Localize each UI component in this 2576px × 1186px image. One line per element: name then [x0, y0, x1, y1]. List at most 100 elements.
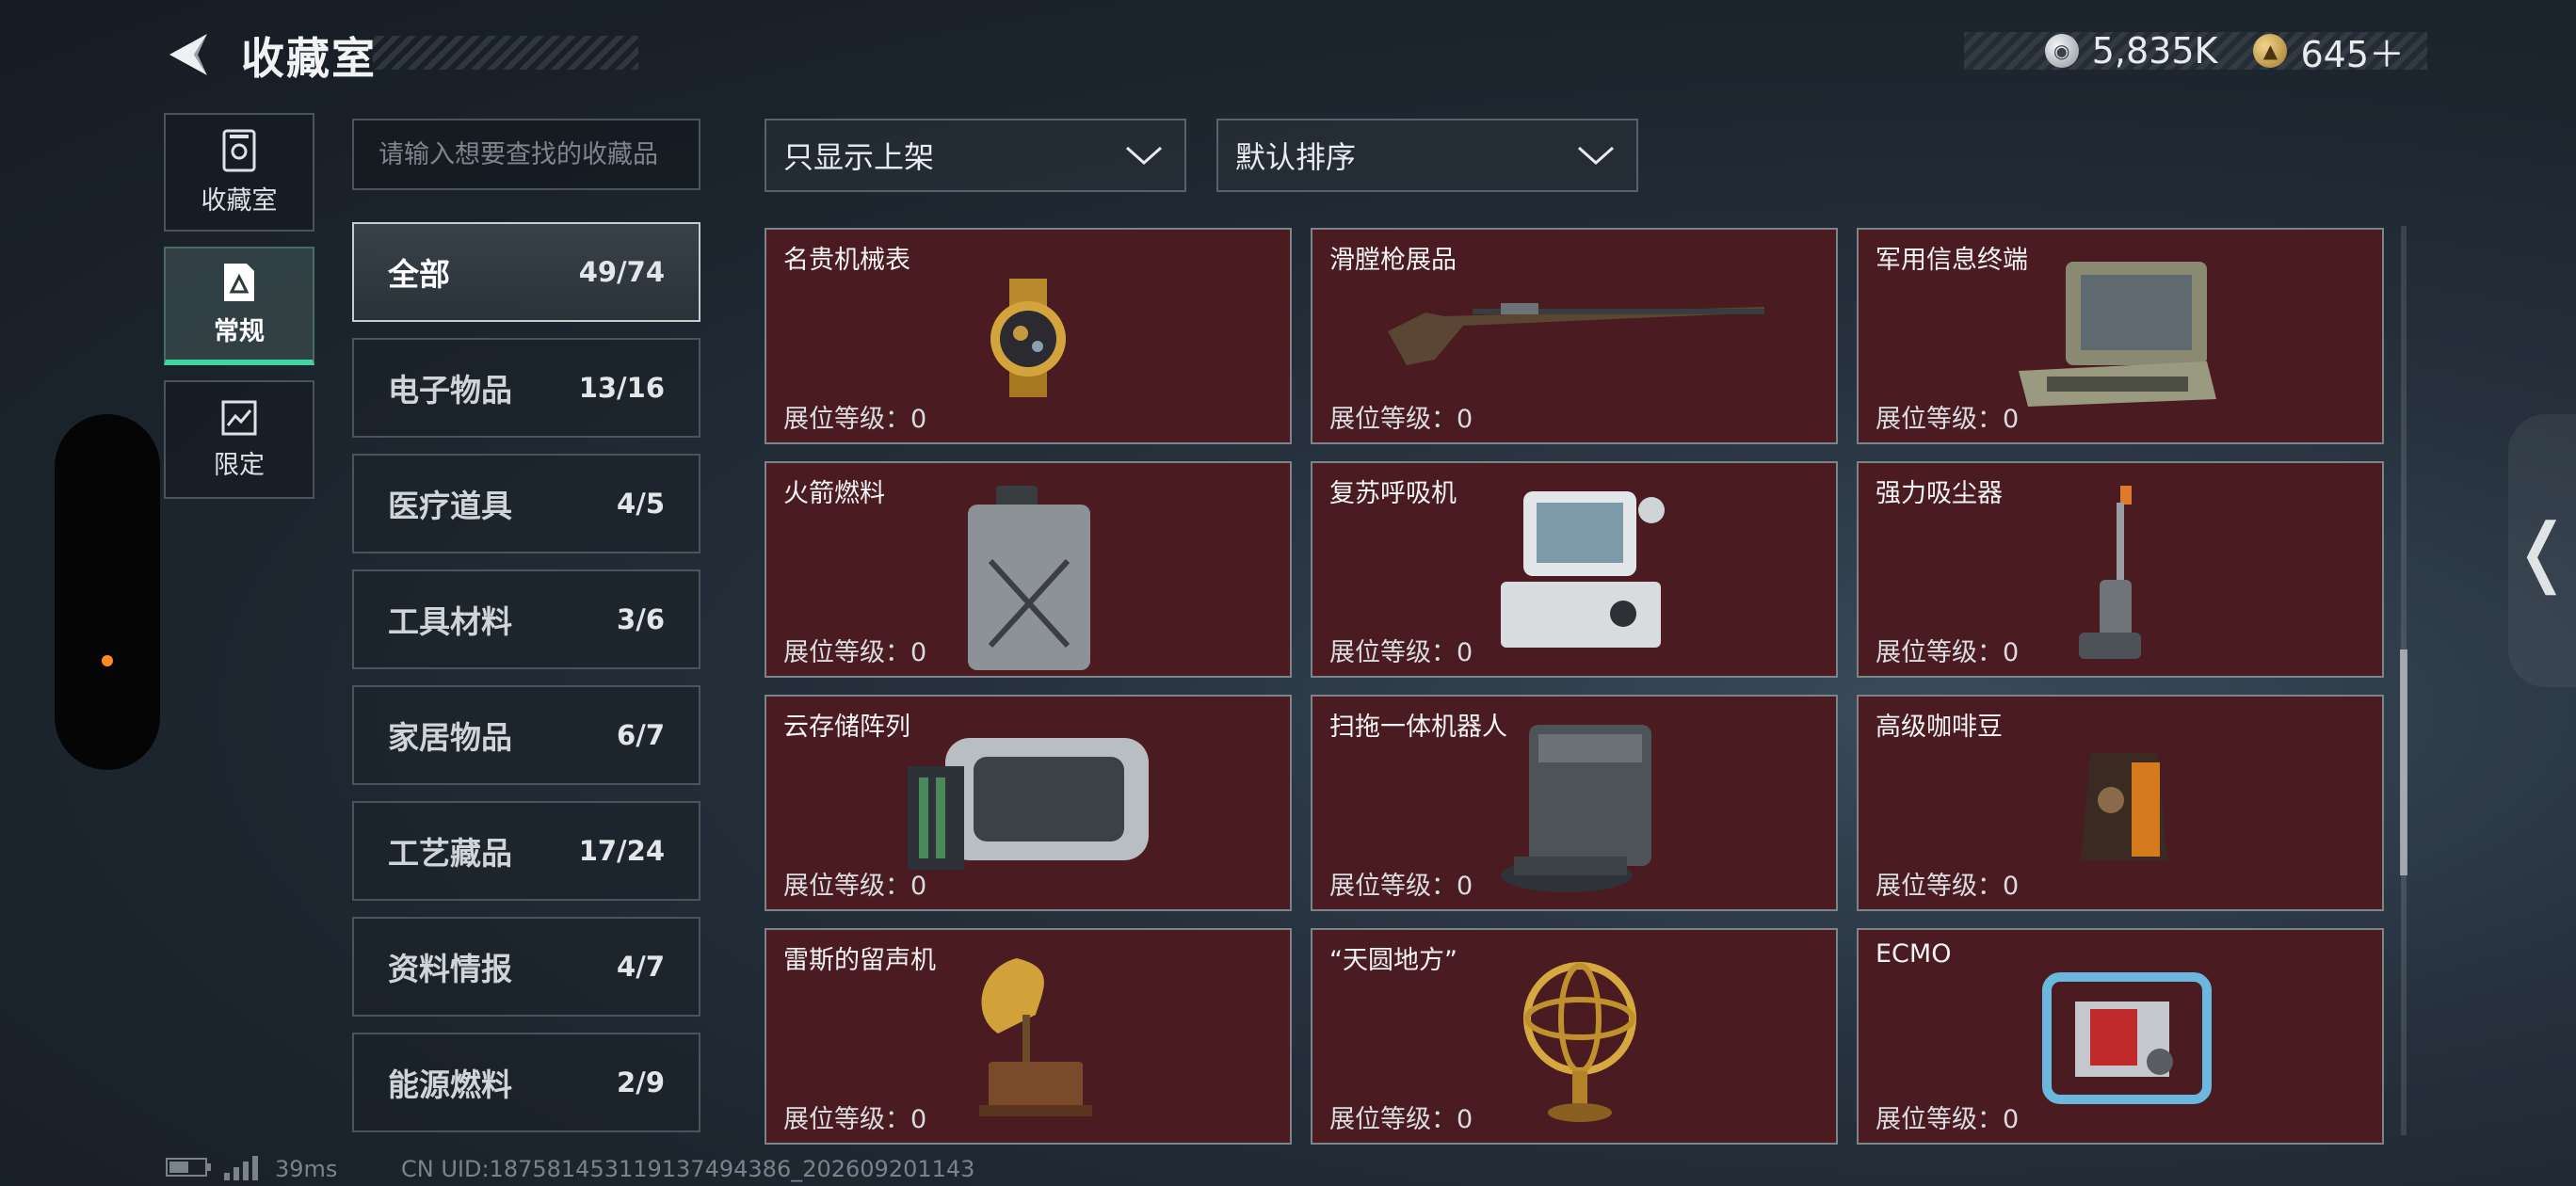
item-name: 雷斯的留声机 [783, 946, 936, 975]
item-name: 云存储阵列 [783, 713, 910, 742]
category-crafts[interactable]: 工艺藏品 17/24 [352, 801, 700, 901]
watch-image [990, 279, 1066, 397]
armillary-sphere-image [1523, 962, 1636, 1122]
vacuum-image [2079, 486, 2141, 659]
trophy-icon [222, 129, 256, 171]
expand-panel-handle[interactable]: ❬ [2508, 414, 2576, 687]
category-name: 全部 [388, 256, 450, 293]
signal-icon [224, 1156, 262, 1186]
limited-icon [221, 400, 257, 435]
grid-scrollbar-thumb[interactable] [2400, 649, 2407, 875]
item-level: 展位等级：0 [1876, 872, 2020, 901]
back-arrow-icon [169, 34, 207, 75]
item-level: 展位等级：0 [783, 872, 927, 901]
item-name: “天圆地方” [1329, 946, 1457, 975]
category-count: 4/5 [617, 488, 665, 520]
category-energy[interactable]: 能源燃料 2/9 [352, 1033, 700, 1132]
collection-icon [224, 263, 254, 301]
indicator-dot [102, 655, 113, 666]
category-all[interactable]: 全部 49/74 [352, 222, 700, 322]
item-level: 展位等级：0 [1876, 405, 2020, 434]
category-count: 49/74 [578, 256, 665, 288]
nav-item-collection-room[interactable]: 收藏室 [164, 113, 314, 232]
silver-coin-icon: ◉ [2044, 34, 2079, 68]
item-name: 火箭燃料 [783, 479, 885, 508]
nav-item-regular[interactable]: 常规 [164, 247, 314, 365]
collection-card[interactable]: 云存储阵列 展位等级：0 [765, 695, 1292, 911]
page-title: 收藏室 [241, 33, 377, 84]
storage-array-image [908, 738, 1149, 870]
item-level: 展位等级：0 [1329, 1105, 1473, 1134]
item-name: 名贵机械表 [783, 246, 910, 275]
title-decoration [373, 36, 638, 70]
category-name: 工艺藏品 [388, 835, 512, 872]
item-name: 强力吸尘器 [1876, 479, 2003, 508]
coffee-bag-image [2081, 753, 2167, 860]
collection-card[interactable]: 军用信息终端 展位等级：0 [1857, 228, 2384, 444]
item-level: 展位等级：0 [783, 638, 927, 667]
collection-card[interactable]: 高级咖啡豆 展位等级：0 [1857, 695, 2384, 911]
item-name: 复苏呼吸机 [1329, 479, 1457, 508]
category-count: 4/7 [617, 951, 665, 983]
category-name: 工具材料 [388, 603, 512, 640]
item-level: 展位等级：0 [783, 1105, 927, 1134]
shelf-filter-dropdown[interactable]: 只显示上架 [765, 119, 1186, 192]
ping-text: 39ms [275, 1156, 338, 1182]
item-name: ECMO [1876, 939, 1952, 969]
category-count: 6/7 [617, 719, 665, 751]
category-medical[interactable]: 医疗道具 4/5 [352, 454, 700, 553]
category-count: 2/9 [617, 1066, 665, 1098]
category-name: 家居物品 [388, 719, 512, 756]
musket-image [1388, 303, 1764, 365]
gold-currency-value[interactable]: 645＋ [2300, 25, 2405, 77]
dropdown-value: 默认排序 [1235, 139, 1357, 175]
jerrycan-image [968, 486, 1090, 670]
side-bar [55, 414, 160, 770]
chevron-down-icon [1126, 146, 1162, 166]
collection-card[interactable]: 扫拖一体机器人 展位等级：0 [1311, 695, 1838, 911]
category-name: 能源燃料 [388, 1066, 512, 1103]
nav-label: 限定 [214, 450, 265, 480]
uid-text: CN UID:18758145311913749438​6_2026092011… [401, 1156, 975, 1182]
back-button[interactable] [162, 28, 215, 81]
category-intel[interactable]: 资料情报 4/7 [352, 917, 700, 1017]
gold-coin-icon: ▲ [2253, 34, 2288, 68]
item-level: 展位等级：0 [1876, 638, 2020, 667]
collection-card[interactable]: ECMO 展位等级：0 [1857, 928, 2384, 1145]
category-household[interactable]: 家居物品 6/7 [352, 685, 700, 785]
terminal-image [2019, 262, 2216, 407]
item-level: 展位等级：0 [783, 405, 927, 434]
category-name: 医疗道具 [388, 488, 512, 524]
item-level: 展位等级：0 [1876, 1105, 2020, 1134]
item-level: 展位等级：0 [1329, 872, 1473, 901]
category-electronics[interactable]: 电子物品 13/16 [352, 338, 700, 438]
robot-vacuum-image [1501, 725, 1651, 892]
category-count: 13/16 [578, 372, 665, 404]
dropdown-value: 只显示上架 [783, 139, 935, 175]
category-count: 17/24 [578, 835, 665, 867]
silver-currency-value: 5,835K [2091, 30, 2218, 72]
collection-card[interactable]: 火箭燃料 展位等级：0 [765, 461, 1292, 678]
collection-card[interactable]: “天圆地方” 展位等级：0 [1311, 928, 1838, 1145]
item-level: 展位等级：0 [1329, 405, 1473, 434]
sort-dropdown[interactable]: 默认排序 [1216, 119, 1638, 192]
item-name: 滑膛枪展品 [1329, 246, 1457, 275]
ecmo-machine-image [2042, 972, 2212, 1104]
collection-card[interactable]: 强力吸尘器 展位等级：0 [1857, 461, 2384, 678]
search-input[interactable] [352, 119, 700, 190]
collection-card[interactable]: 名贵机械表 展位等级：0 [765, 228, 1292, 444]
chevron-down-icon [1578, 146, 1614, 166]
collection-card[interactable]: 复苏呼吸机 展位等级：0 [1311, 461, 1838, 678]
collection-card[interactable]: 滑膛枪展品 展位等级：0 [1311, 228, 1838, 444]
nav-label: 常规 [214, 316, 265, 346]
collection-card[interactable]: 雷斯的留声机 展位等级：0 [765, 928, 1292, 1145]
category-tools[interactable]: 工具材料 3/6 [352, 569, 700, 669]
nav-item-limited[interactable]: 限定 [164, 380, 314, 499]
chevron-left-icon: ❬ [2510, 506, 2574, 595]
gramophone-image [979, 958, 1092, 1116]
category-count: 3/6 [617, 603, 665, 635]
category-name: 电子物品 [388, 372, 512, 409]
currency-bar: ◉ 5,835K ▲ 645＋ [1964, 30, 2427, 75]
item-level: 展位等级：0 [1329, 638, 1473, 667]
item-name: 军用信息终端 [1876, 246, 2028, 275]
